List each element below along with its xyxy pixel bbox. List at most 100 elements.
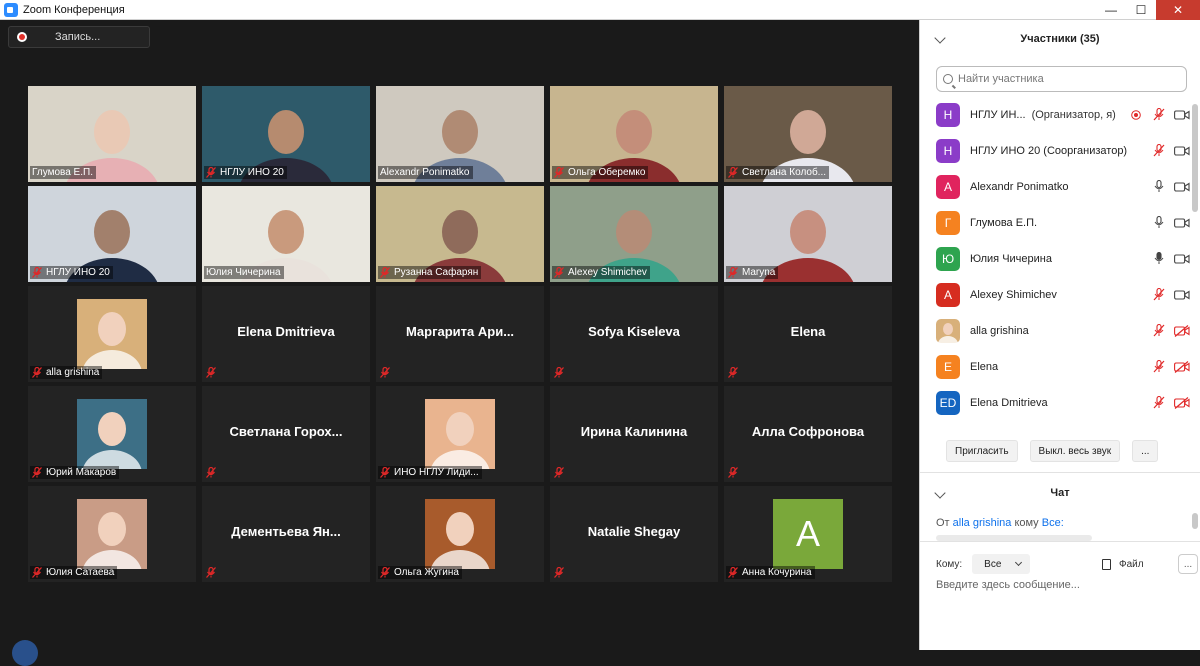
window-controls: — ☐ ✕ — [1096, 0, 1200, 20]
video-tile[interactable]: alla grishina — [28, 286, 196, 382]
participant-caption: Глумова Е.П. — [30, 166, 96, 179]
recipient-select[interactable]: Все — [972, 554, 1031, 574]
chat-title: Чат — [1050, 487, 1070, 499]
mic-active-icon[interactable] — [1153, 252, 1165, 265]
participant-caption — [204, 366, 223, 379]
participant-row[interactable]: A Alexandr Ponimatko — [920, 169, 1190, 205]
chevron-down-icon[interactable] — [934, 487, 946, 499]
more-options-button[interactable]: ... — [1132, 440, 1159, 462]
video-tile[interactable]: Светлана Колоб... — [724, 86, 892, 182]
window-title: Zoom Конференция — [23, 3, 125, 16]
participant-row[interactable]: E Elena — [920, 349, 1190, 385]
chat-message-input[interactable]: Введите здесь сообщение... — [936, 579, 1080, 591]
mic-muted-icon[interactable] — [1153, 288, 1165, 301]
panel-divider — [920, 472, 1200, 473]
video-tile[interactable]: Юрий Макаров — [28, 386, 196, 482]
participant-row[interactable]: A Alexey Shimichev — [920, 277, 1190, 313]
video-tile[interactable]: Elena — [724, 286, 892, 382]
participant-name: Анна Кочурина — [742, 567, 812, 578]
profile-picture — [425, 499, 495, 582]
video-tile[interactable]: Глумова Е.П. — [28, 86, 196, 182]
recording-button[interactable]: Запись... — [8, 26, 150, 48]
participant-list-name: Alexandr Ponimatko — [970, 181, 1069, 193]
participant-avatar: ED — [936, 391, 960, 415]
video-tile[interactable]: Юлия Сатаева — [28, 486, 196, 582]
participant-row[interactable]: alla grishina — [920, 313, 1190, 349]
participant-row[interactable]: Ю Юлия Чичерина — [920, 241, 1190, 277]
camera-off-icon[interactable] — [1174, 360, 1190, 373]
video-tile[interactable]: Elena Dmitrieva — [202, 286, 370, 382]
minimize-icon[interactable]: — — [1096, 0, 1126, 20]
participant-name-large: Natalie Shegay — [587, 524, 681, 539]
video-tile[interactable]: Ирина Калинина — [550, 386, 718, 482]
chat-to-text: кому — [1014, 517, 1039, 529]
mic-muted-icon — [206, 367, 216, 378]
chat-divider — [920, 541, 1200, 542]
mic-muted-icon[interactable] — [1153, 396, 1165, 409]
mic-icon[interactable] — [1153, 216, 1165, 229]
close-icon[interactable]: ✕ — [1156, 0, 1200, 20]
mic-muted-icon[interactable] — [1153, 360, 1165, 373]
video-tile[interactable]: ИНО НГЛУ Лиди... — [376, 386, 544, 482]
video-tile[interactable]: Alexey Shimichev — [550, 186, 718, 282]
participant-name: Светлана Колоб... — [742, 167, 827, 178]
video-tile[interactable]: Alexandr Ponimatko — [376, 86, 544, 182]
mic-muted-icon — [380, 567, 390, 578]
participant-caption: Юлия Сатаева — [30, 566, 118, 579]
participant-avatar: A — [936, 175, 960, 199]
participant-status-icons — [1153, 324, 1190, 337]
chat-recipient-row: Кому: Все Файл ... — [936, 553, 1198, 575]
profile-picture — [425, 399, 495, 482]
chat-sender[interactable]: alla grishina — [953, 517, 1012, 529]
participant-name-large: Дементьева Ян... — [231, 524, 341, 539]
video-tile[interactable]: Светлана Горох... — [202, 386, 370, 482]
participant-row[interactable]: Н НГЛУ ИНО 20 (Соорганизатор) — [920, 133, 1190, 169]
video-tile[interactable]: Ольга Оберемко — [550, 86, 718, 182]
video-tile[interactable]: A Анна Кочурина — [724, 486, 892, 582]
video-tile[interactable]: Рузанна Сафарян — [376, 186, 544, 282]
camera-off-icon[interactable] — [1174, 396, 1190, 409]
chevron-down-icon[interactable] — [934, 32, 946, 44]
video-tile[interactable]: Sofya Kiseleva — [550, 286, 718, 382]
camera-icon[interactable] — [1174, 109, 1190, 121]
video-tile[interactable]: Юлия Чичерина — [202, 186, 370, 282]
participant-name: Maryna — [742, 267, 776, 278]
chat-recipient[interactable]: Все: — [1042, 517, 1064, 529]
participant-status-icons — [1153, 288, 1190, 301]
mic-muted-icon[interactable] — [1153, 144, 1165, 157]
file-button[interactable]: Файл — [1102, 558, 1144, 570]
participant-name-large: Elena Dmitrieva — [237, 324, 335, 339]
participant-search-input[interactable]: Найти участника — [936, 66, 1187, 92]
invite-button[interactable]: Пригласить — [946, 440, 1018, 462]
participant-name: НГЛУ ИНО 20 — [220, 167, 284, 178]
participant-row[interactable]: Г Глумова Е.П. — [920, 205, 1190, 241]
participant-list-scrollbar[interactable] — [1192, 104, 1198, 212]
mic-muted-icon[interactable] — [1153, 108, 1165, 121]
participant-list-name: Юлия Чичерина — [970, 253, 1052, 265]
video-tile[interactable]: Маргарита Ари... — [376, 286, 544, 382]
mic-icon[interactable] — [1153, 180, 1165, 193]
video-tile[interactable]: Maryna — [724, 186, 892, 282]
video-tile[interactable]: НГЛУ ИНО 20 — [28, 186, 196, 282]
participant-row[interactable]: Н НГЛУ ИН... (Организатор, я) — [920, 97, 1190, 133]
mic-muted-icon[interactable] — [1153, 324, 1165, 337]
video-tile[interactable]: Ольга Жугина — [376, 486, 544, 582]
maximize-icon[interactable]: ☐ — [1126, 0, 1156, 20]
participant-name-large: Маргарита Ари... — [405, 324, 515, 339]
video-tile[interactable]: Дементьева Ян... — [202, 486, 370, 582]
camera-icon[interactable] — [1174, 145, 1190, 157]
camera-icon[interactable] — [1174, 181, 1190, 193]
chat-more-button[interactable]: ... — [1178, 554, 1198, 574]
camera-icon[interactable] — [1174, 289, 1190, 301]
camera-icon[interactable] — [1174, 217, 1190, 229]
participant-avatar: Н — [936, 103, 960, 127]
participant-status-icons — [1153, 252, 1190, 265]
camera-off-icon[interactable] — [1174, 324, 1190, 337]
mute-all-button[interactable]: Выкл. весь звук — [1029, 440, 1121, 462]
video-tile[interactable]: НГЛУ ИНО 20 — [202, 86, 370, 182]
participant-row[interactable]: ED Elena Dmitrieva — [920, 385, 1190, 421]
video-tile[interactable]: Natalie Shegay — [550, 486, 718, 582]
camera-icon[interactable] — [1174, 253, 1190, 265]
chat-scrollbar[interactable] — [1192, 513, 1198, 529]
video-tile[interactable]: Алла Софронова — [724, 386, 892, 482]
